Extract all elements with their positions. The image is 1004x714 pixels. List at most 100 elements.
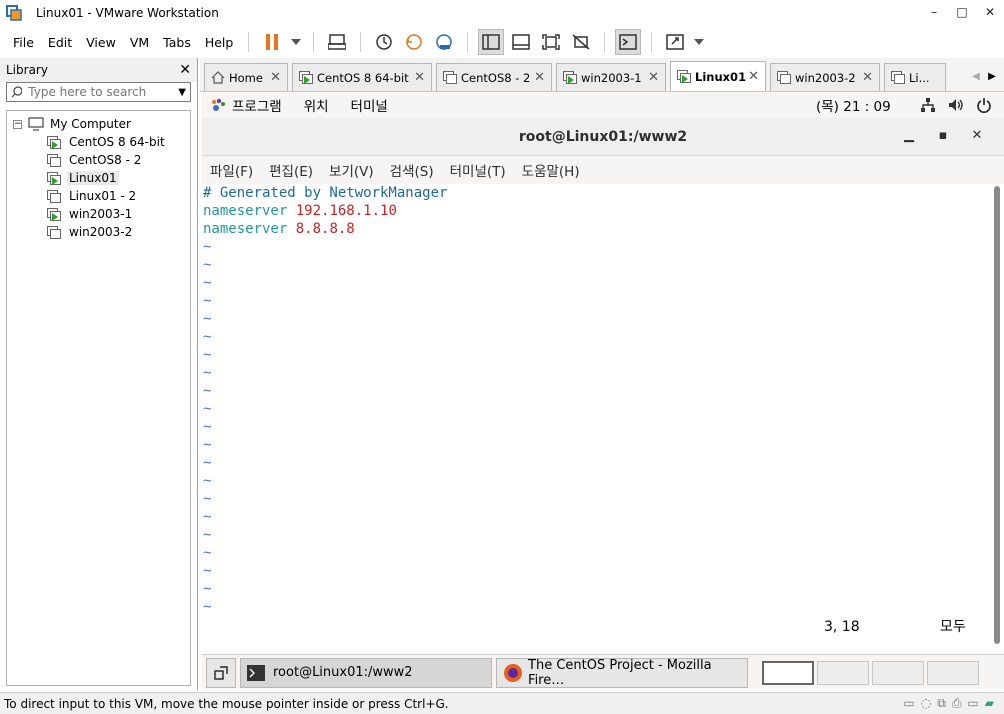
firefox-icon [504,663,522,682]
volume-icon[interactable] [948,97,964,113]
menu-file[interactable]: File [6,35,41,50]
tab-label: win2003-1 [581,70,642,85]
taskbar-item-firefox[interactable]: The CentOS Project - Mozilla Fire… [496,657,748,688]
thumbnail-bar-icon[interactable] [508,29,534,55]
revert-snapshot-icon[interactable] [401,29,427,55]
tree-vm-centos8-64[interactable]: CentOS 8 64-bit [7,133,190,151]
menu-tabs[interactable]: Tabs [156,35,198,50]
terminal-minimize-icon[interactable]: ▁ [892,128,926,143]
workspace-2[interactable] [817,660,869,685]
workspace-3[interactable] [872,660,924,685]
home-icon [211,71,225,84]
full-screen-icon[interactable] [538,29,564,55]
hard-disk-icon[interactable]: ▭ [903,696,914,711]
console-view-icon[interactable] [615,29,642,55]
scrollbar-thumb[interactable] [994,186,1000,644]
menu-edit[interactable]: Edit [41,35,79,50]
close-tab-icon[interactable]: ✕ [648,70,659,85]
tree-vm-win2003-2[interactable]: win2003-2 [7,223,190,241]
tree-vm-linux01-2[interactable]: Linux01 - 2 [7,187,190,205]
workspace-1[interactable] [762,660,814,685]
terminal-menu-terminal[interactable]: 터미널(T) [450,160,506,180]
gnome-menu-places[interactable]: 위치 [304,95,329,115]
terminal-menu-search[interactable]: 검색(S) [390,160,434,180]
guest-screen[interactable]: 프로그램 위치 터미널 (목) 21 : 09 root@Linux01:/ww… [202,92,1004,690]
menu-vm[interactable]: VM [123,35,156,50]
terminal-close-icon[interactable]: ✕ [960,128,994,143]
terminal-line: nameserver 192.168.1.10 [203,203,397,219]
menu-bar: File Edit View VM Tabs Help [0,26,1004,58]
snapshot-icon[interactable] [371,29,397,55]
taskbar-item-terminal[interactable]: root@Linux01:/www2 [240,657,492,688]
unity-icon[interactable] [568,29,594,55]
close-library-icon[interactable]: ✕ [179,62,191,78]
send-ctrl-alt-del-icon[interactable] [324,29,350,55]
show-desktop-icon[interactable] [206,657,236,688]
empty-line-tilde: ~ [203,545,212,561]
vm-running-icon [47,207,61,221]
show-library-icon[interactable] [478,29,505,55]
cd-dvd-icon[interactable]: ◌ [921,696,931,711]
tab-label: Li... [909,70,930,85]
terminal-menu-view[interactable]: 보기(V) [329,160,374,180]
vm-running-icon [563,71,577,84]
menu-view[interactable]: View [79,35,123,50]
gnome-menu-terminal[interactable]: 터미널 [351,95,388,115]
tree-vm-linux01[interactable]: Linux01 [7,169,190,187]
tab-scroll-left-icon[interactable]: ◀ [968,71,984,82]
close-tab-icon[interactable]: ✕ [270,70,281,85]
terminal-menu-edit[interactable]: 편집(E) [269,160,313,180]
maximize-button[interactable]: □ [948,0,976,26]
tab-scroll-right-icon[interactable]: ▶ [984,71,1000,82]
tree-vm-centos8-2[interactable]: CentOS8 - 2 [7,151,190,169]
toolbar-separator [313,32,315,52]
tab-label: Linux01 [695,69,747,84]
tree-vm-win2003-1[interactable]: win2003-1 [7,205,190,223]
terminal-menu-file[interactable]: 파일(F) [210,160,253,180]
vm-icon [47,189,61,203]
terminal-menu-help[interactable]: 도움말(H) [522,160,580,180]
snapshot-manager-icon[interactable] [431,29,457,55]
close-tab-icon[interactable]: ✕ [414,70,425,85]
tree-my-computer[interactable]: − My Computer [7,115,190,133]
network-icon[interactable] [920,97,936,113]
search-dropdown-icon[interactable]: ▼ [178,87,186,98]
gnome-clock[interactable]: (목) 21 : 09 [816,95,891,115]
message-log-icon[interactable]: ▰ [985,696,994,711]
terminal-content[interactable]: # Generated by NetworkManager nameserver… [202,184,990,652]
printer-icon[interactable]: ⎙ [952,696,962,711]
library-search[interactable]: ▼ [6,82,191,102]
tab-centos8-2[interactable]: CentOS8 - 2 ✕ [436,63,552,91]
gnome-menu-applications[interactable]: 프로그램 [232,95,282,115]
vmware-window: Linux01 - VMware Workstation – □ ✕ File … [0,0,1004,714]
tab-home[interactable]: Home ✕ [204,63,288,91]
tab-win2003-1[interactable]: win2003-1 ✕ [556,63,666,91]
display-icon[interactable]: ▭ [967,696,978,711]
close-tab-icon[interactable]: ✕ [862,70,873,85]
stretch-dropdown-icon[interactable] [692,29,706,55]
terminal-scrollbar[interactable] [992,184,1002,652]
minimize-button[interactable]: – [920,0,948,26]
terminal-maximize-icon[interactable]: ▪ [926,128,960,143]
power-icon[interactable] [976,97,992,113]
toolbar-separator [651,32,653,52]
power-dropdown-icon[interactable] [289,29,303,55]
library-search-input[interactable] [28,85,179,99]
collapse-icon[interactable]: − [13,119,22,129]
tab-linux01[interactable]: Linux01 ✕ [670,61,766,91]
workspace-4[interactable] [927,660,979,685]
close-button[interactable]: ✕ [976,0,1004,26]
close-tab-icon[interactable]: ✕ [534,70,545,85]
tab-win2003-2[interactable]: win2003-2 ✕ [770,63,880,91]
tab-linux01-2[interactable]: Li... [884,63,946,91]
close-tab-icon[interactable]: ✕ [748,69,759,84]
menu-help[interactable]: Help [198,35,241,50]
network-adapter-icon[interactable]: ⧉ [937,696,946,711]
library-tree: − My Computer CentOS 8 64-bit CentOS8 - … [6,110,191,686]
stretch-guest-icon[interactable] [662,29,688,55]
pause-icon[interactable] [259,29,285,55]
empty-line-tilde: ~ [203,527,212,543]
empty-line-tilde: ~ [203,311,212,327]
empty-line-tilde: ~ [203,437,212,453]
tab-centos8-64[interactable]: CentOS 8 64-bit ✕ [292,63,432,91]
